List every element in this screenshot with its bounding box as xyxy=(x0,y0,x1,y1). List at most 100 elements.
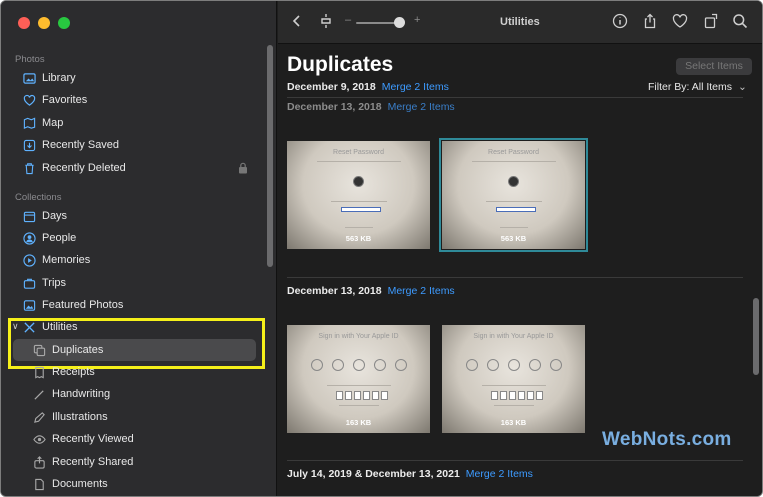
eye-icon xyxy=(33,433,46,446)
crop-icon[interactable] xyxy=(318,13,334,32)
thumb-title: Sign in with Your Apple ID xyxy=(473,333,554,340)
trash-icon xyxy=(23,162,36,175)
sidebar-item-people[interactable]: People xyxy=(23,228,76,248)
lock-icon xyxy=(238,162,248,174)
suitcase-icon xyxy=(23,277,36,290)
main-content: – + Utilities Duplicates Select Items De… xyxy=(278,1,762,496)
sidebar-item-illustrations[interactable]: Illustrations xyxy=(33,407,108,427)
main-scrollbar[interactable] xyxy=(753,298,759,375)
close-window-button[interactable] xyxy=(18,17,30,29)
share-icon[interactable] xyxy=(642,13,658,32)
merge-button[interactable]: Merge 2 Items xyxy=(466,468,533,480)
filter-dropdown[interactable]: Filter By: All Items ⌄ xyxy=(648,81,747,93)
chevron-down-icon: ⌄ xyxy=(738,81,747,93)
brush-icon xyxy=(33,411,46,424)
toolbar: – + Utilities xyxy=(278,1,762,44)
thumb-title: Sign in with Your Apple ID xyxy=(318,333,399,340)
back-icon[interactable] xyxy=(289,13,305,32)
avatar xyxy=(508,176,519,187)
merge-button[interactable]: Merge 2 Items xyxy=(382,81,449,93)
group-date: July 14, 2019 & December 13, 2021 xyxy=(287,468,460,480)
sidebar-item-recently-viewed[interactable]: Recently Viewed xyxy=(33,429,134,449)
divider xyxy=(287,277,743,278)
sidebar-item-days[interactable]: Days xyxy=(23,206,67,226)
sidebar-item-label: Map xyxy=(42,117,64,129)
sidebar-item-recently-shared[interactable]: Recently Shared xyxy=(33,452,133,472)
zoom-window-button[interactable] xyxy=(58,17,70,29)
section-title-collections: Collections xyxy=(15,192,62,203)
select-items-button[interactable]: Select Items xyxy=(676,58,752,75)
sidebar-item-label: Recently Saved xyxy=(42,139,120,151)
thumb-title: Reset Password xyxy=(488,149,539,156)
thumb-icons xyxy=(311,359,407,371)
sidebar-item-documents[interactable]: Documents xyxy=(33,474,108,494)
filter-label: Filter By: All Items xyxy=(648,81,733,93)
section-title-photos: Photos xyxy=(15,54,45,65)
sidebar-item-label: Library xyxy=(42,72,76,84)
sidebar-item-label: Recently Viewed xyxy=(52,433,134,445)
map-icon xyxy=(23,117,36,130)
sidebar-item-library[interactable]: Library xyxy=(23,68,76,88)
photos-window: Photos Library Favorites Map Recently Sa… xyxy=(0,0,763,497)
minimize-window-button[interactable] xyxy=(38,17,50,29)
sidebar-item-label: Documents xyxy=(52,478,108,490)
zoom-in-icon[interactable]: + xyxy=(414,14,420,26)
pen-icon xyxy=(33,388,46,401)
sidebar-item-receipts[interactable]: Receipts xyxy=(33,362,95,382)
heart-icon xyxy=(23,94,36,107)
memories-icon xyxy=(23,253,36,267)
photo-thumbnail-selected[interactable]: Reset Password 563 KB xyxy=(439,138,588,252)
sidebar-item-label: Illustrations xyxy=(52,411,108,423)
sidebar-item-label: Handwriting xyxy=(52,388,111,400)
sidebar-item-recently-saved[interactable]: Recently Saved xyxy=(23,135,119,155)
avatar xyxy=(353,176,364,187)
photo-thumbnail[interactable]: Reset Password 563 KB xyxy=(287,141,430,249)
sidebar-item-label: Days xyxy=(42,210,68,222)
sidebar-item-trips[interactable]: Trips xyxy=(23,273,66,293)
window-title: Utilities xyxy=(500,16,540,28)
rotate-icon[interactable] xyxy=(703,13,719,32)
search-icon[interactable] xyxy=(732,13,748,32)
zoom-out-icon[interactable]: – xyxy=(345,14,351,26)
photo-thumbnail[interactable]: Sign in with Your Apple ID 163 KB xyxy=(287,325,430,433)
group-date: December 9, 2018 xyxy=(287,81,376,93)
divider xyxy=(287,460,743,461)
sidebar-item-label: Trips xyxy=(42,277,67,289)
thumb-code-boxes xyxy=(491,391,543,400)
watermark: WebNots.com xyxy=(602,429,732,450)
sidebar-item-favorites[interactable]: Favorites xyxy=(23,90,87,110)
sidebar-item-map[interactable]: Map xyxy=(23,113,63,133)
info-icon[interactable] xyxy=(612,13,628,32)
file-size-badge: 563 KB xyxy=(500,234,527,243)
thumb-title: Reset Password xyxy=(333,149,384,156)
library-icon xyxy=(23,72,36,85)
zoom-slider-knob[interactable] xyxy=(393,17,405,28)
download-icon xyxy=(23,139,36,152)
thumb-code-boxes xyxy=(336,391,388,400)
sidebar-item-featured-photos[interactable]: Featured Photos xyxy=(23,295,123,315)
divider xyxy=(287,97,743,98)
thumb-field xyxy=(496,207,536,212)
group-date: December 13, 2018 xyxy=(287,101,382,113)
photo-thumbnail[interactable]: Sign in with Your Apple ID 163 KB xyxy=(442,325,585,433)
sidebar: Photos Library Favorites Map Recently Sa… xyxy=(1,1,277,496)
group-date: December 13, 2018 xyxy=(287,285,382,297)
merge-button[interactable]: Merge 2 Items xyxy=(388,285,455,297)
sidebar-item-recently-deleted[interactable]: Recently Deleted xyxy=(23,158,126,178)
window-controls xyxy=(18,17,70,29)
group-header: December 13, 2018 Merge 2 Items xyxy=(287,101,455,113)
sidebar-item-label: Receipts xyxy=(52,366,95,378)
group-header: July 14, 2019 & December 13, 2021 Merge 2… xyxy=(287,468,533,480)
heart-icon[interactable] xyxy=(672,13,688,32)
calendar-icon xyxy=(23,210,36,223)
sidebar-scrollbar[interactable] xyxy=(267,45,273,267)
document-icon xyxy=(33,478,46,491)
file-size-badge: 163 KB xyxy=(345,418,372,427)
thumb-icons xyxy=(466,359,562,371)
sidebar-item-memories[interactable]: Memories xyxy=(23,250,90,270)
thumb-field xyxy=(341,207,381,212)
sidebar-item-handwriting[interactable]: Handwriting xyxy=(33,384,110,404)
sidebar-item-label: Recently Deleted xyxy=(42,162,126,174)
merge-button[interactable]: Merge 2 Items xyxy=(388,101,455,113)
group-header: December 13, 2018 Merge 2 Items xyxy=(287,285,455,297)
